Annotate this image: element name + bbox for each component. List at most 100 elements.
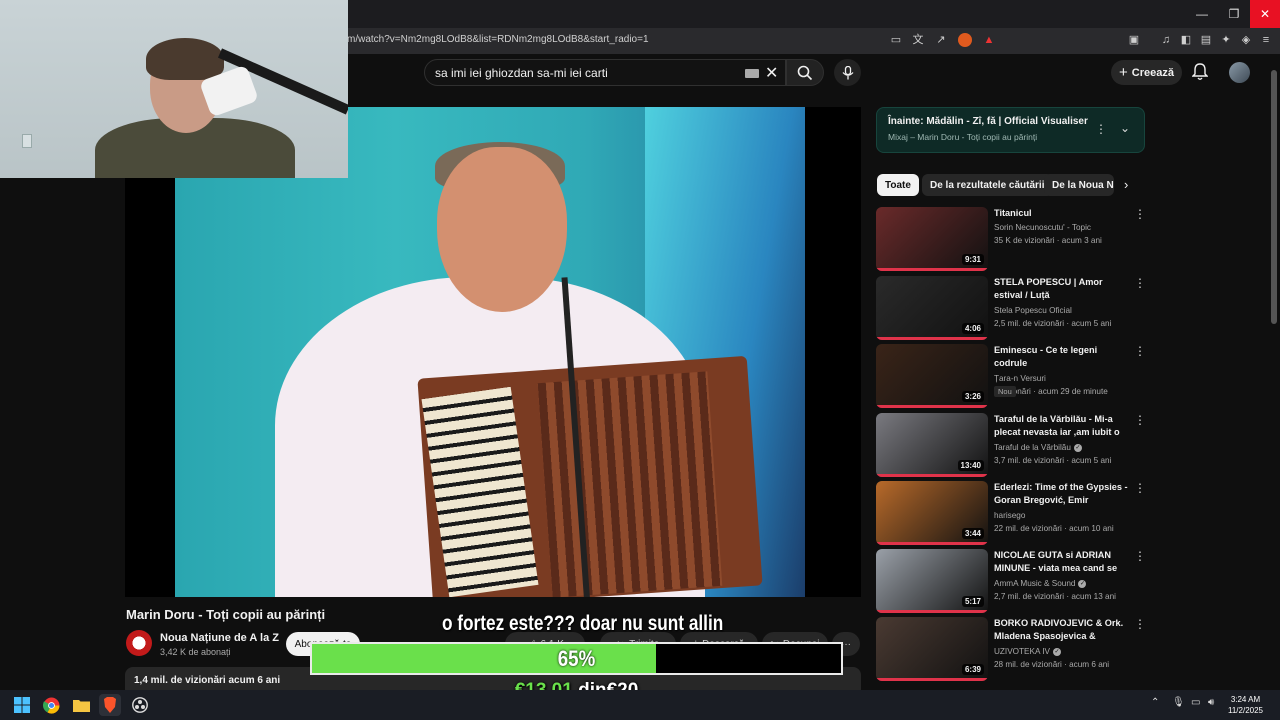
- accordion-bellows: [537, 371, 723, 597]
- create-button[interactable]: + Creează: [1111, 60, 1182, 85]
- brave-icon[interactable]: [99, 694, 121, 716]
- sidebar-icon[interactable]: ◧: [1179, 33, 1193, 47]
- scrollbar[interactable]: [1271, 70, 1277, 324]
- search-button[interactable]: [786, 59, 824, 86]
- recommendation-meta: 22 mil. de vizionări · acum 10 ani: [994, 524, 1114, 533]
- share-icon[interactable]: ↗: [934, 33, 948, 47]
- recommendation-channel[interactable]: Taraful de la Vărbilău ✓: [994, 443, 1082, 452]
- recommendation-meta: 2,5 mil. de vizionări · acum 5 ani: [994, 319, 1112, 328]
- taskbar-clock[interactable]: 3:24 AM 11/2/2025: [1228, 694, 1263, 716]
- more-vert-icon[interactable]: ⋮: [1134, 481, 1146, 495]
- clear-search-icon[interactable]: ✕: [765, 63, 778, 83]
- keyboard-icon[interactable]: [745, 69, 759, 78]
- recommendation-title[interactable]: Taraful de la Vărbilău - Mi-a plecat nev…: [994, 413, 1128, 440]
- rewards-icon[interactable]: ▲: [982, 33, 996, 47]
- close-button[interactable]: ✕: [1250, 0, 1280, 28]
- watch-progress-bar: [876, 610, 988, 613]
- vpn-icon[interactable]: ◈: [1239, 33, 1253, 47]
- search-input[interactable]: sa imi iei ghiozdan sa-mi iei carti: [435, 66, 608, 80]
- more-vert-icon[interactable]: ⋮: [1134, 276, 1146, 290]
- create-label: Creează: [1131, 66, 1174, 79]
- recommendation-channel[interactable]: Țara-n Versuri: [994, 374, 1046, 383]
- obs-icon[interactable]: [129, 694, 151, 716]
- minimize-button[interactable]: —: [1186, 0, 1218, 28]
- url-text[interactable]: m/watch?v=Nm2mg8LOdB8&list=RDNm2mg8LOdB8…: [347, 34, 649, 45]
- video-thumbnail[interactable]: 13:40: [876, 413, 988, 477]
- video-thumbnail[interactable]: 5:17: [876, 549, 988, 613]
- start-icon[interactable]: [11, 694, 33, 716]
- recommendation-channel[interactable]: Stela Popescu Oficial: [994, 306, 1072, 315]
- video-thumbnail[interactable]: 3:44: [876, 481, 988, 545]
- search-box[interactable]: sa imi iei ghiozdan sa-mi iei carti ✕: [424, 59, 786, 86]
- recommendation-title[interactable]: STELA POPESCU | Amor estival / Luță: [994, 276, 1128, 302]
- more-vert-icon[interactable]: ⋮: [1134, 549, 1146, 563]
- channel-name: AmmA Music & Sound: [994, 579, 1076, 588]
- channel-name[interactable]: Noua Națiune de A la Z: [160, 632, 279, 644]
- recommendation-title[interactable]: BORKO RADIVOJEVIC & Ork. Mladena Spasoje…: [994, 617, 1128, 644]
- performer-head: [437, 147, 567, 312]
- chrome-icon[interactable]: [40, 694, 62, 716]
- recommendation-meta: 28 mil. de vizionări · acum 6 ani: [994, 660, 1110, 669]
- recommendation-item[interactable]: 13:40 Taraful de la Vărbilău - Mi-a pleca…: [876, 413, 1146, 477]
- file-explorer-icon[interactable]: [70, 694, 92, 716]
- chevron-right-icon[interactable]: ›: [1124, 177, 1128, 192]
- chevron-down-icon[interactable]: ⌄: [1120, 121, 1130, 135]
- recommendation-title[interactable]: Titanicul: [994, 207, 1128, 220]
- more-vert-icon[interactable]: ⋮: [1134, 617, 1146, 631]
- chip-from-search[interactable]: De la rezultatele căutării: [922, 174, 1053, 196]
- recommendation-meta: 2,7 mil. de vizionări · acum 13 ani: [994, 592, 1116, 601]
- recommendation-item[interactable]: 3:26 Eminescu - Ce te legeni codrule Țara-…: [876, 344, 1146, 408]
- recommendation-item[interactable]: 4:06 STELA POPESCU | Amor estival / Luță S…: [876, 276, 1146, 340]
- recommendation-channel[interactable]: Sorin Necunoscutu' - Topic: [994, 223, 1091, 232]
- voice-search-button[interactable]: [834, 59, 861, 86]
- wall-socket: [22, 134, 32, 148]
- video-thumbnail[interactable]: 4:06: [876, 276, 988, 340]
- menu-icon[interactable]: ≡: [1259, 33, 1273, 47]
- video-thumbnail[interactable]: 6:39: [876, 617, 988, 681]
- recommendation-channel[interactable]: harisego: [994, 511, 1025, 520]
- watch-progress-bar: [876, 542, 988, 545]
- tray-chevron-up-icon[interactable]: ⌃: [1151, 697, 1159, 708]
- watch-progress-bar: [876, 474, 988, 477]
- donation-goal-bar: 65%: [310, 642, 843, 675]
- more-vert-icon[interactable]: ⋮: [1134, 344, 1146, 358]
- recommendation-item[interactable]: 5:17 NICOLAE GUTA si ADRIAN MINUNE - viat…: [876, 549, 1146, 613]
- video-duration: 3:44: [961, 528, 984, 539]
- chip-from-channel[interactable]: De la Noua Na: [1044, 174, 1114, 196]
- recommendation-channel[interactable]: UZIVOTEKA IV ✓: [994, 647, 1061, 656]
- brave-shield-icon[interactable]: [958, 33, 972, 47]
- clock-date: 11/2/2025: [1228, 706, 1263, 715]
- recommendation-item[interactable]: 9:31 Titanicul Sorin Necunoscutu' - Topic 3…: [876, 207, 1146, 271]
- recommendation-title[interactable]: Eminescu - Ce te legeni codrule: [994, 344, 1128, 370]
- recommendation-channel[interactable]: AmmA Music & Sound ✓: [994, 579, 1087, 588]
- notifications-bell-icon[interactable]: [1192, 63, 1208, 81]
- account-avatar[interactable]: [1229, 62, 1250, 83]
- tray-network-icon[interactable]: ▭: [1191, 697, 1200, 708]
- cast-icon[interactable]: ▭: [889, 33, 903, 47]
- screenshot-icon[interactable]: ▣: [1127, 33, 1141, 47]
- leo-icon[interactable]: ✦: [1219, 33, 1233, 47]
- up-next-subtitle: Mixaj – Marin Doru - Toți copii au părin…: [888, 132, 1038, 142]
- video-player[interactable]: [125, 107, 861, 597]
- video-thumbnail[interactable]: 3:26: [876, 344, 988, 408]
- up-next-title[interactable]: Înainte: Mădălin - Zî, fă | Official Vis…: [888, 116, 1088, 127]
- streamer-hair: [146, 38, 224, 80]
- wallet-icon[interactable]: ▤: [1199, 33, 1213, 47]
- recommendation-item[interactable]: 6:39 BORKO RADIVOJEVIC & Ork. Mladena Spa…: [876, 617, 1146, 681]
- recommendation-title[interactable]: Ederlezi: Time of the Gypsies - Goran Br…: [994, 481, 1128, 508]
- more-vert-icon[interactable]: ⋮: [1134, 207, 1146, 221]
- more-vert-icon[interactable]: ⋮: [1095, 122, 1107, 136]
- recommendation-title[interactable]: NICOLAE GUTA si ADRIAN MINUNE - viata me…: [994, 549, 1128, 576]
- tray-volume-icon[interactable]: 🔊︎: [1208, 697, 1214, 708]
- chip-all[interactable]: Toate: [877, 174, 919, 196]
- more-vert-icon[interactable]: ⋮: [1134, 413, 1146, 427]
- music-icon[interactable]: ♫: [1159, 33, 1173, 47]
- channel-avatar[interactable]: [126, 630, 152, 656]
- restore-button[interactable]: ❐: [1218, 0, 1250, 28]
- subscriber-count: 3,42 K de abonați: [160, 647, 231, 657]
- tray-mic-icon[interactable]: 🎙︎: [1172, 697, 1185, 708]
- video-thumbnail[interactable]: 9:31: [876, 207, 988, 271]
- translate-icon[interactable]: 文: [911, 33, 925, 47]
- video-duration: 5:17: [961, 596, 984, 607]
- recommendation-item[interactable]: 3:44 Ederlezi: Time of the Gypsies - Gora…: [876, 481, 1146, 545]
